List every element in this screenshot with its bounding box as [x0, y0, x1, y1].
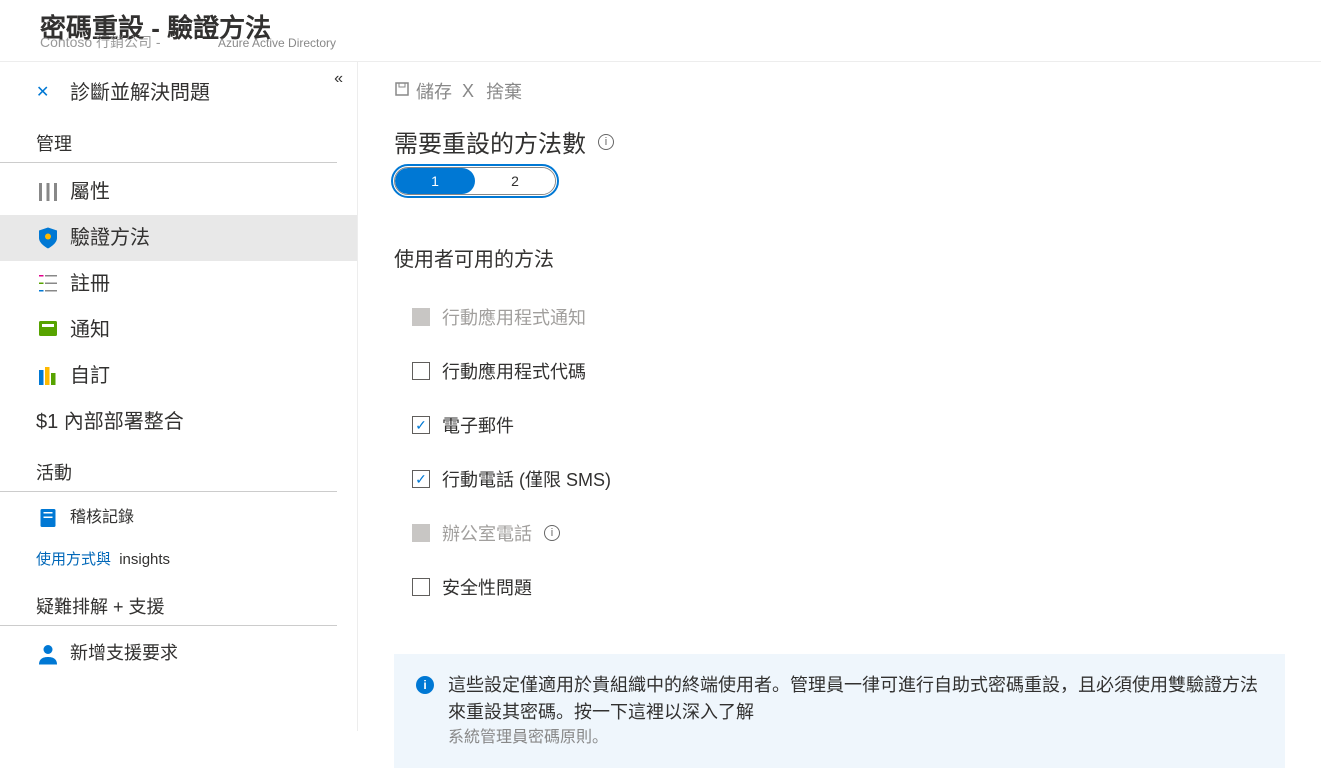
method-mobile-phone[interactable]: ✓ 行動電話 (僅限 SMS)	[394, 452, 1285, 506]
discard-icon: X	[462, 81, 474, 102]
checkbox-email[interactable]: ✓	[412, 416, 430, 434]
checkbox-app-notification	[412, 308, 430, 326]
method-label: 安全性問題	[442, 574, 532, 600]
checklist-icon	[36, 274, 60, 294]
org-name: Contoso 行銷公司 -	[40, 32, 161, 52]
sidebar-item-notifications[interactable]: 通知	[0, 307, 357, 353]
usage-link-a: 使用方式與	[36, 551, 111, 568]
setting-methods-count-title: 需要重設的方法數 i	[394, 124, 1285, 159]
sidebar-label: 自訂	[70, 361, 110, 391]
sidebar-section-activity: 活動	[0, 445, 337, 492]
banner-subtext: 系統管理員密碼原則。	[448, 726, 1263, 750]
method-label: 行動應用程式代碼	[442, 358, 586, 384]
sidebar-label: 驗證方法	[70, 223, 150, 253]
shield-icon	[36, 228, 60, 248]
sidebar-label: $1 內部部署整合	[36, 407, 184, 437]
toggle-option-1[interactable]: 1	[395, 168, 475, 194]
sidebar-item-audit[interactable]: 稽核記錄	[0, 498, 357, 538]
discard-button[interactable]: X 捨棄	[462, 78, 522, 104]
toolbar: 儲存 X 捨棄	[358, 62, 1321, 114]
properties-icon	[36, 182, 60, 202]
info-icon[interactable]: i	[544, 525, 560, 541]
method-label: 行動應用程式通知	[442, 304, 586, 330]
collapse-sidebar-icon[interactable]: «	[334, 70, 343, 88]
checkbox-app-code[interactable]	[412, 362, 430, 380]
usage-link-b: insights	[119, 551, 170, 568]
sidebar-item-customization[interactable]: 自訂	[0, 353, 357, 399]
sidebar-item-new-support[interactable]: 新增支援要求	[0, 632, 357, 675]
method-label: 辦公室電話	[442, 520, 532, 546]
info-icon[interactable]: i	[598, 134, 614, 150]
checkbox-mobile-phone[interactable]: ✓	[412, 470, 430, 488]
sidebar-item-properties[interactable]: 屬性	[0, 169, 357, 215]
notification-icon	[36, 320, 60, 340]
sidebar-item-auth-methods[interactable]: 驗證方法	[0, 215, 357, 261]
sidebar-label: 新增支援要求	[70, 640, 178, 667]
banner-text[interactable]: 這些設定僅適用於貴組織中的終端使用者。管理員一律可進行自助式密碼重設，且必須使用…	[448, 672, 1263, 726]
sidebar-section-trouble: 疑難排解 + 支援	[0, 579, 337, 626]
method-office-phone: 辦公室電話 i	[394, 506, 1285, 560]
sidebar-label: 通知	[70, 315, 110, 345]
sidebar-label: 診斷並解決問題	[70, 78, 210, 108]
checkbox-security-questions[interactable]	[412, 578, 430, 596]
toggle-option-2[interactable]: 2	[475, 168, 555, 194]
wrench-icon: ✕	[36, 83, 60, 103]
sidebar-item-usage-insights[interactable]: 使用方式與 insights	[0, 538, 357, 579]
sidebar-item-onprem[interactable]: $1 內部部署整合	[0, 399, 357, 445]
info-banner: i 這些設定僅適用於貴組織中的終端使用者。管理員一律可進行自助式密碼重設，且必須…	[394, 654, 1285, 768]
method-security-questions[interactable]: 安全性問題	[394, 560, 1285, 614]
customization-icon	[36, 366, 60, 386]
sidebar: « ✕ 診斷並解決問題 管理 屬性 驗證方法 註冊	[0, 62, 358, 731]
method-app-code[interactable]: 行動應用程式代碼	[394, 344, 1285, 398]
checkbox-office-phone	[412, 524, 430, 542]
sidebar-label: 註冊	[70, 269, 110, 299]
available-methods-title: 使用者可用的方法	[394, 243, 1285, 272]
save-icon	[394, 81, 410, 102]
info-icon: i	[416, 676, 434, 694]
audit-log-icon	[36, 508, 60, 528]
method-label: 電子郵件	[442, 412, 514, 438]
method-email[interactable]: ✓ 電子郵件	[394, 398, 1285, 452]
service-name: Azure Active Directory	[218, 36, 336, 50]
sidebar-section-manage: 管理	[0, 116, 337, 163]
main-content: 儲存 X 捨棄 需要重設的方法數 i 1 2 使用者可用的方法 行動應用程式通知	[358, 62, 1321, 731]
save-label: 儲存	[416, 78, 452, 104]
method-label: 行動電話 (僅限 SMS)	[442, 466, 611, 492]
discard-label: 捨棄	[486, 78, 522, 104]
support-person-icon	[36, 644, 60, 664]
save-button[interactable]: 儲存	[394, 78, 452, 104]
page-header: 密碼重設 - 驗證方法 Contoso 行銷公司 - Azure Active …	[0, 0, 1321, 62]
sidebar-item-diagnose[interactable]: ✕ 診斷並解決問題	[0, 70, 357, 116]
sidebar-label: 稽核記錄	[70, 506, 134, 530]
sidebar-label: 屬性	[70, 177, 110, 207]
setting-title-text: 需要重設的方法數	[394, 124, 586, 159]
sidebar-item-registration[interactable]: 註冊	[0, 261, 357, 307]
method-app-notification: 行動應用程式通知	[394, 290, 1285, 344]
methods-count-toggle[interactable]: 1 2	[394, 167, 556, 195]
